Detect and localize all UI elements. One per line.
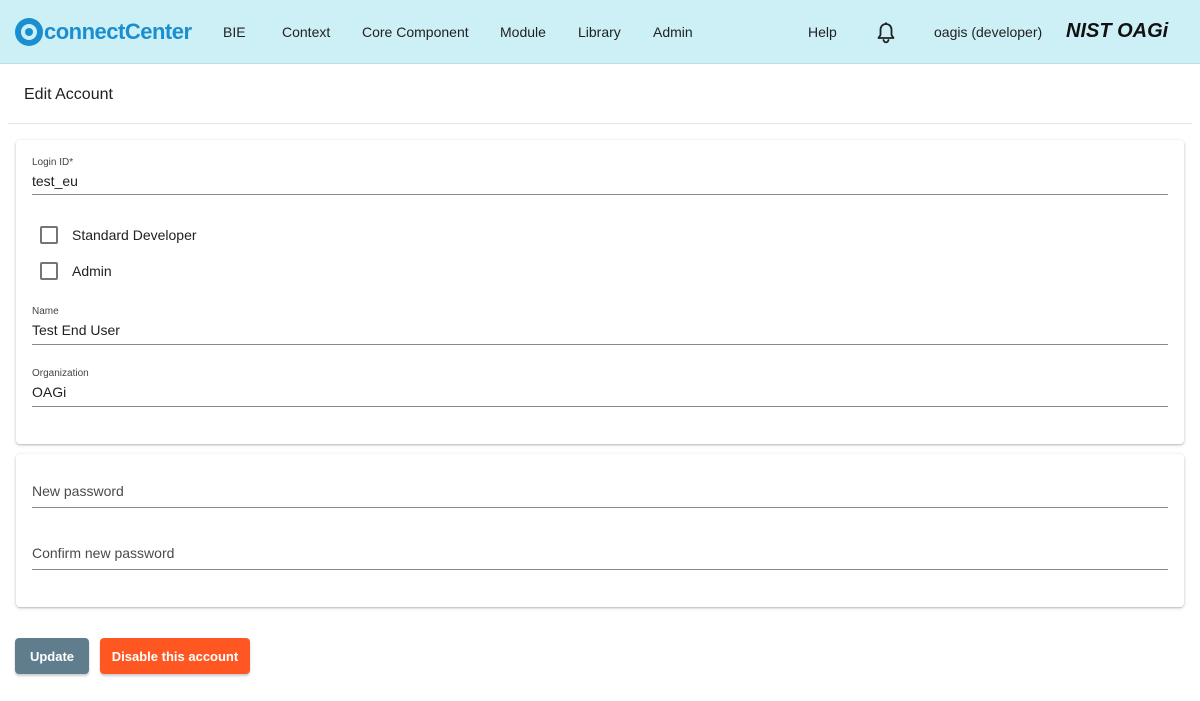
admin-checkbox-row[interactable]: Admin	[40, 262, 112, 280]
logo-text-center: Center	[124, 19, 192, 44]
disable-account-button[interactable]: Disable this account	[100, 638, 250, 674]
user-menu[interactable]: oagis (developer)	[934, 24, 1042, 40]
admin-label: Admin	[72, 263, 112, 279]
login-id-label: Login ID*	[32, 157, 74, 168]
logo-text-connect: connect	[44, 19, 125, 44]
nav-help[interactable]: Help	[808, 24, 837, 40]
nav-bie[interactable]: BIE	[223, 24, 246, 40]
nav-library[interactable]: Library	[578, 24, 621, 40]
organization-value: OAGi	[32, 384, 67, 400]
title-divider	[8, 123, 1192, 124]
confirm-password-placeholder: Confirm new password	[32, 545, 175, 561]
confirm-password-input[interactable]: Confirm new password	[32, 538, 1168, 570]
logo-icon	[15, 18, 43, 46]
name-field[interactable]: Name Test End User	[32, 305, 1168, 345]
nav-context[interactable]: Context	[282, 24, 330, 40]
standard-developer-checkbox-row[interactable]: Standard Developer	[40, 226, 197, 244]
bell-icon[interactable]	[876, 22, 896, 44]
nav-admin[interactable]: Admin	[653, 24, 693, 40]
organization-label: Organization	[32, 368, 89, 379]
nav-core-component[interactable]: Core Component	[362, 24, 469, 40]
top-navigation-bar: connectCenter BIE Context Core Component…	[0, 0, 1200, 64]
update-button[interactable]: Update	[15, 638, 89, 674]
nav-module[interactable]: Module	[500, 24, 546, 40]
login-id-field[interactable]: Login ID* test_eu	[32, 156, 1168, 195]
connect-center-logo[interactable]: connectCenter	[15, 18, 192, 46]
new-password-input[interactable]: New password	[32, 476, 1168, 508]
name-value: Test End User	[32, 322, 120, 338]
logo-text: connectCenter	[44, 19, 192, 45]
page-title: Edit Account	[24, 86, 113, 103]
standard-developer-label: Standard Developer	[72, 227, 197, 243]
password-card: New password Confirm new password	[16, 454, 1184, 607]
standard-developer-checkbox[interactable]	[40, 226, 58, 244]
new-password-placeholder: New password	[32, 483, 124, 499]
admin-checkbox[interactable]	[40, 262, 58, 280]
login-id-value: test_eu	[32, 173, 78, 189]
organization-field[interactable]: Organization OAGi	[32, 367, 1168, 407]
account-details-card: Login ID* test_eu Standard Developer Adm…	[16, 140, 1184, 444]
name-label: Name	[32, 306, 59, 317]
nist-oagi-logo: NIST OAGi	[1066, 20, 1169, 42]
